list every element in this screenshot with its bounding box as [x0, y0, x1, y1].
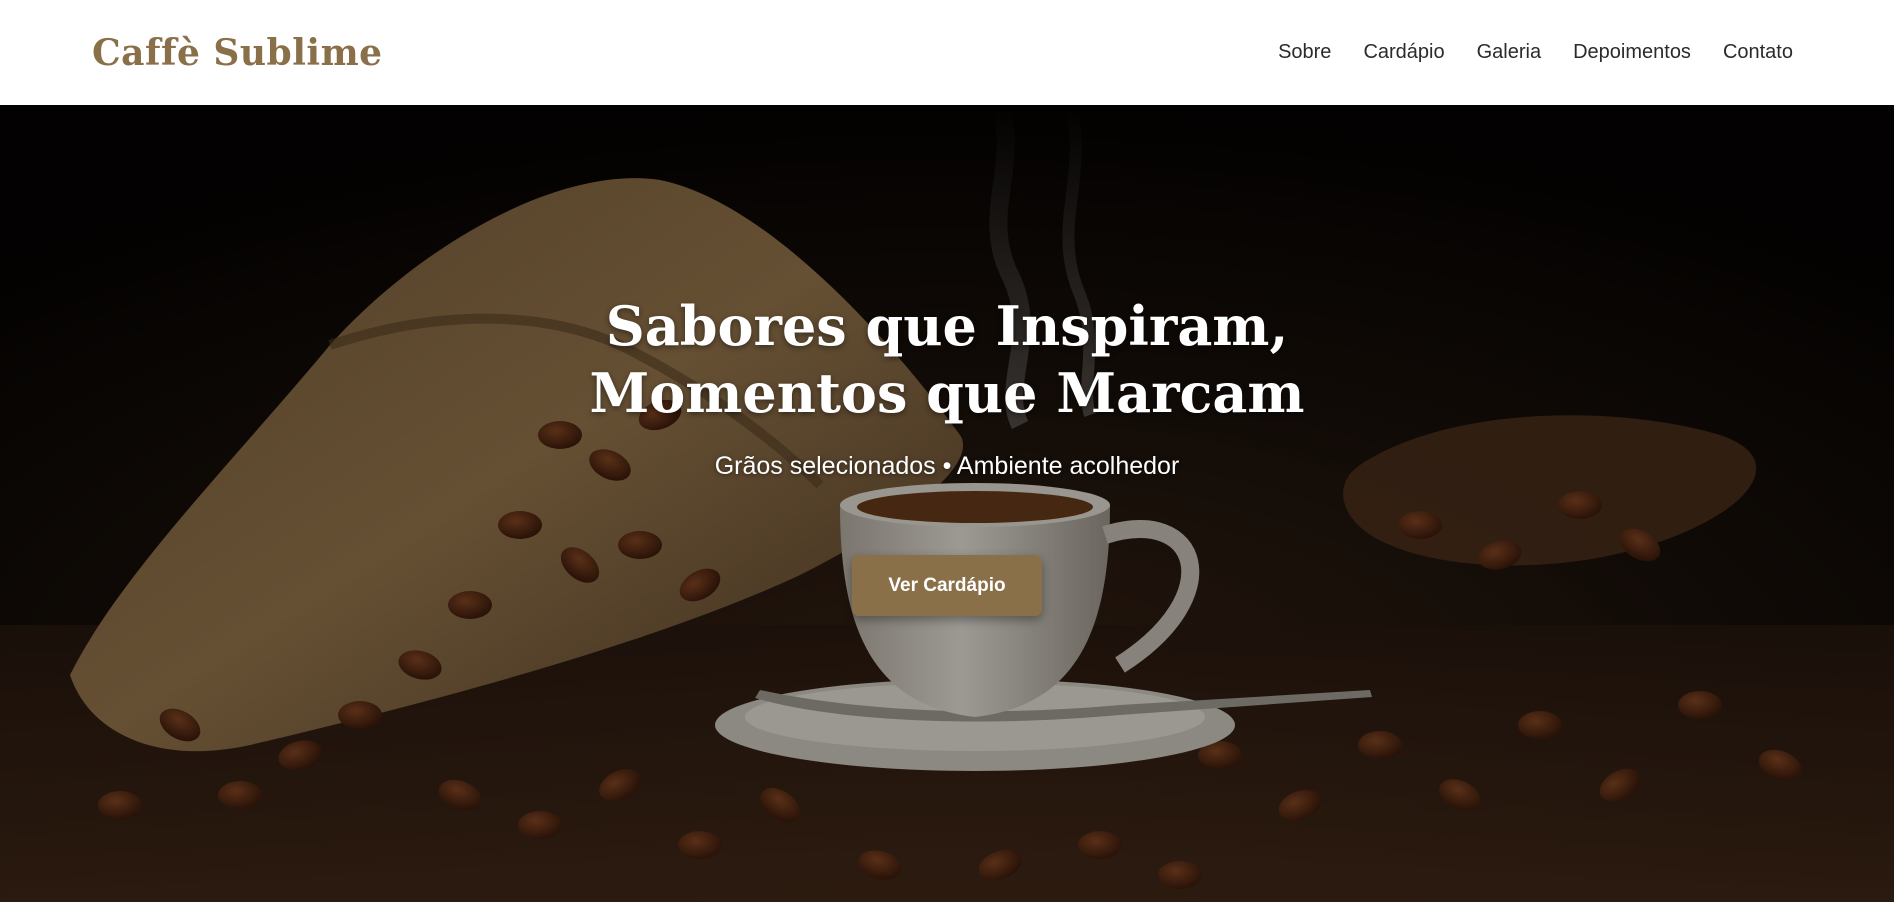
hero-content: Sabores que Inspiram, Momentos que Marca…: [0, 105, 1894, 902]
nav-link-depoimentos[interactable]: Depoimentos: [1573, 41, 1691, 64]
nav-link-galeria[interactable]: Galeria: [1477, 41, 1541, 64]
nav-link-contato[interactable]: Contato: [1723, 41, 1793, 64]
hero-subtitle: Grãos selecionados • Ambiente acolhedor: [714, 452, 1180, 480]
site-header: Caffè Sublime Sobre Cardápio Galeria Dep…: [0, 0, 1894, 105]
hero-section: Sabores que Inspiram, Momentos que Marca…: [0, 105, 1894, 902]
nav-link-sobre[interactable]: Sobre: [1278, 41, 1331, 64]
nav-link-cardapio[interactable]: Cardápio: [1363, 41, 1444, 64]
hero-title: Sabores que Inspiram, Momentos que Marca…: [589, 294, 1305, 425]
site-logo[interactable]: Caffè Sublime: [92, 32, 383, 74]
view-menu-button[interactable]: Ver Cardápio: [852, 555, 1042, 616]
main-nav: Sobre Cardápio Galeria Depoimentos Conta…: [1278, 41, 1793, 64]
